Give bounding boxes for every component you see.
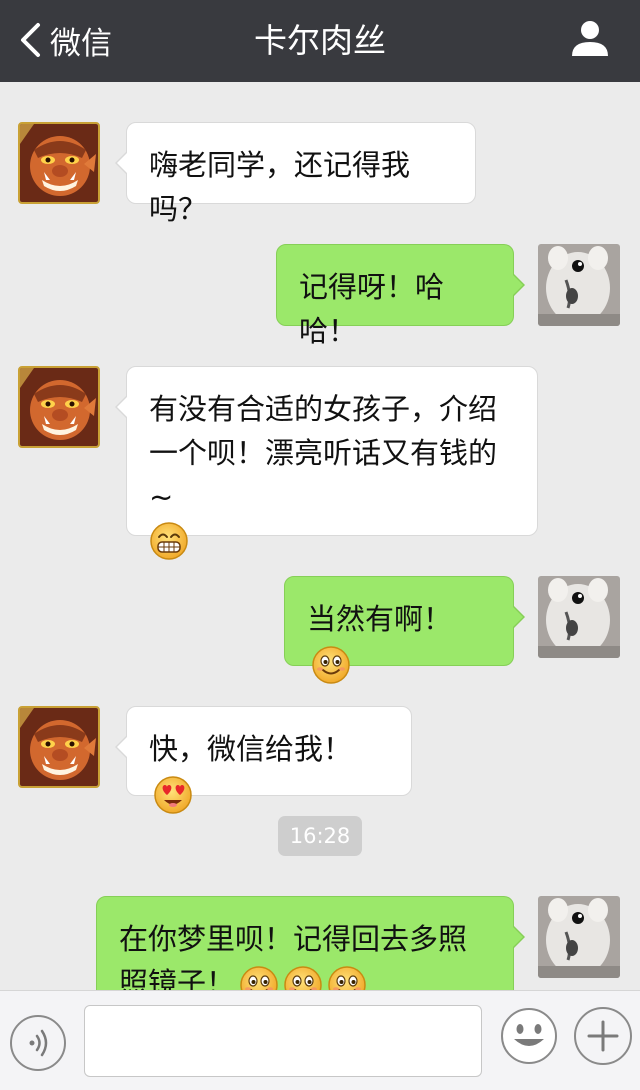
orc-avatar-image — [20, 708, 98, 786]
message-text: 快，微信给我！ — [149, 732, 353, 766]
message-text: 记得呀！哈哈！ — [299, 270, 445, 348]
smile-emoji-icon — [283, 965, 323, 990]
message-bubble[interactable]: 当然有啊！ — [284, 576, 525, 666]
timestamp: 16:28 — [278, 816, 362, 856]
plus-button[interactable] — [574, 1007, 632, 1065]
message-bubble[interactable]: 快，微信给我！ — [115, 706, 412, 814]
message-text: 当然有啊！ — [307, 602, 453, 636]
voice-button[interactable] — [10, 1015, 66, 1071]
cat-avatar-image — [538, 244, 620, 326]
grin-emoji-icon — [150, 522, 188, 560]
avatar[interactable] — [538, 576, 620, 658]
voice-icon — [29, 1029, 48, 1057]
avatar[interactable] — [538, 244, 620, 326]
cat-avatar-image — [538, 576, 620, 658]
orc-avatar-image — [20, 368, 98, 446]
input-bar — [0, 990, 640, 1090]
plus-icon — [587, 1020, 619, 1052]
nav-bar: 微信 卡尔肉丝 — [0, 0, 640, 82]
chevron-left-icon — [21, 23, 40, 57]
message-bubble[interactable]: 有没有合适的女孩子，介绍一个呗！漂亮听话又有钱的~ — [115, 366, 538, 560]
smile-emoji-icon — [327, 965, 367, 990]
person-icon[interactable] — [570, 18, 610, 58]
back-label: 微信 — [50, 25, 112, 62]
avatar[interactable] — [538, 896, 620, 978]
back-button[interactable]: 微信 — [18, 18, 112, 62]
emoji-icon[interactable] — [500, 1007, 558, 1065]
heart-eyes-emoji-icon — [154, 776, 192, 814]
orc-avatar-image — [20, 124, 98, 202]
message-text: 嗨老同学，还记得我吗？ — [149, 148, 411, 226]
avatar[interactable] — [18, 122, 100, 204]
message-input[interactable] — [84, 1005, 482, 1077]
avatar[interactable] — [18, 366, 100, 448]
message-bubble[interactable]: 在你梦里呗！记得回去多照照镜子！ — [96, 896, 525, 990]
cat-avatar-image — [538, 896, 620, 978]
message-bubble[interactable]: 嗨老同学，还记得我吗？ — [115, 122, 476, 226]
smile-emoji-icon — [239, 965, 279, 990]
message-bubble[interactable]: 记得呀！哈哈！ — [276, 244, 525, 348]
message-text: 有没有合适的女孩子，介绍一个呗！漂亮听话又有钱的~ — [149, 392, 498, 514]
avatar[interactable] — [18, 706, 100, 788]
chat-area[interactable]: 嗨老同学，还记得我吗？ 记得呀！哈哈！ 有没有合适的女孩子，介绍一个呗！漂亮听话… — [0, 82, 640, 990]
smile-emoji-icon — [311, 645, 351, 685]
